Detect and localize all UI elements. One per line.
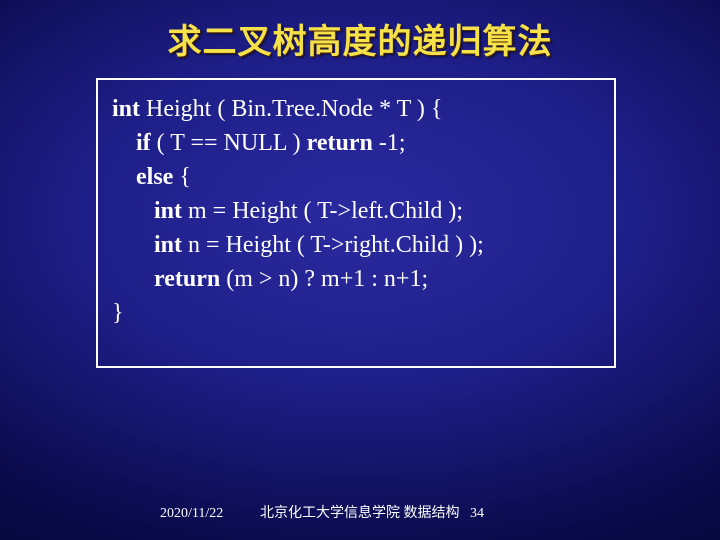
code-l4b: m = Height ( T->left.Child ); xyxy=(182,198,463,224)
code-box: int Height ( Bin.Tree.Node * T ) { if ( … xyxy=(96,78,616,368)
kw-return-1: return xyxy=(307,130,373,156)
code-l3b: { xyxy=(173,164,191,190)
kw-return-2: return xyxy=(154,266,220,292)
code-l5b: n = Height ( T->right.Child ) ); xyxy=(182,232,484,258)
kw-int-1: int xyxy=(112,96,140,122)
footer-date: 2020/11/22 xyxy=(160,506,223,522)
code-l2d: -1; xyxy=(373,130,406,156)
code-l2b: ( T == NULL ) xyxy=(151,130,307,156)
kw-int-3: int xyxy=(154,232,182,258)
kw-int-2: int xyxy=(154,198,182,224)
kw-else: else xyxy=(136,164,173,190)
footer-pagenum: 34 xyxy=(470,506,484,522)
code-l6b: (m > n) ? m+1 : n+1; xyxy=(220,266,428,292)
slide: 求二叉树高度的递归算法 int Height ( Bin.Tree.Node *… xyxy=(0,0,720,540)
code-l1b: Height ( Bin.Tree.Node * T ) { xyxy=(140,96,442,122)
footer-org: 北京化工大学信息学院 数据结构 xyxy=(260,502,460,522)
slide-title: 求二叉树高度的递归算法 xyxy=(0,14,720,63)
kw-if: if xyxy=(136,130,151,156)
code-l7: } xyxy=(112,300,124,326)
